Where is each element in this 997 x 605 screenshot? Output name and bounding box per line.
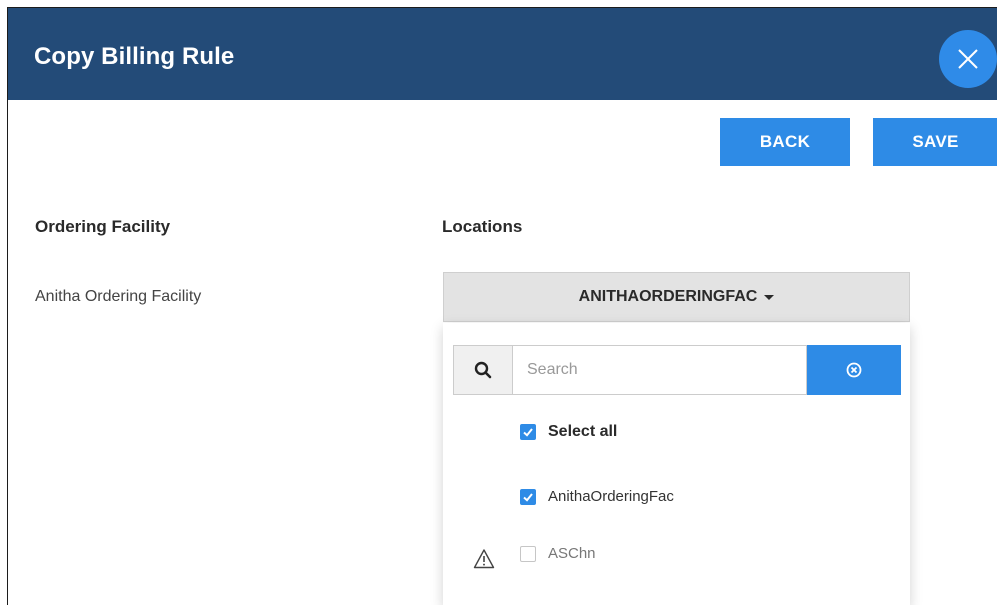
check-icon [523,428,533,437]
caret-down-icon [764,294,775,300]
ordering-facility-value: Anitha Ordering Facility [35,288,202,305]
close-button[interactable] [939,30,997,88]
locations-dropdown-menu: Select all AnithaOrderingFac ASChn [443,323,910,605]
select-all-checkbox[interactable] [520,424,536,440]
copy-billing-rule-dialog: Copy Billing Rule BACK SAVE Ordering Fac… [7,7,997,605]
close-icon [958,49,978,69]
dialog-title: Copy Billing Rule [34,43,235,70]
locations-selected-value: ANITHAORDERINGFAC [578,288,758,305]
option-select-all[interactable]: Select all [520,423,617,441]
aschn-checkbox[interactable] [520,545,536,562]
locations-label: Locations [442,217,523,236]
ordering-facility-label: Ordering Facility [35,217,171,236]
option-label: AnithaOrderingFac [548,488,674,505]
clear-circle-icon [846,362,862,378]
back-button[interactable]: BACK [720,118,850,166]
dialog-header: Copy Billing Rule [8,8,997,100]
save-button[interactable]: SAVE [873,118,997,166]
search-addon [453,345,513,395]
warning-icon [473,549,495,569]
clear-search-button[interactable] [807,345,901,395]
location-search-group [453,345,901,395]
option-anithaorderingfac[interactable]: AnithaOrderingFac [520,488,674,505]
option-label: Select all [548,423,618,440]
option-aschn[interactable]: ASChn [520,545,596,562]
locations-dropdown-toggle[interactable]: ANITHAORDERINGFAC [443,272,910,322]
option-label: ASChn [548,545,596,562]
anithaorderingfac-checkbox[interactable] [520,488,536,505]
check-icon [523,492,533,502]
search-icon [474,361,492,379]
location-search-input[interactable] [513,345,807,395]
